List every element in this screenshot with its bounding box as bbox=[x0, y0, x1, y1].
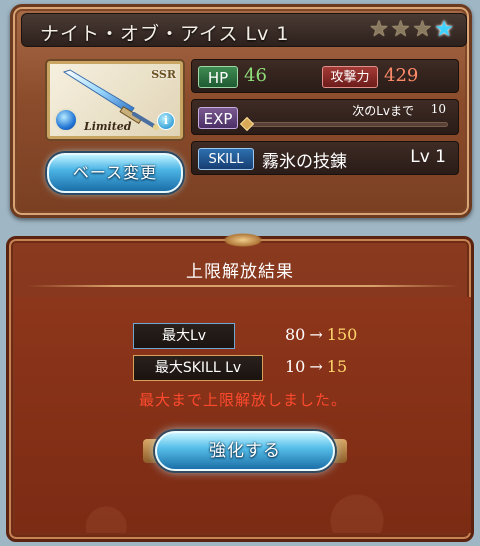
panel-title: 上限解放結果 bbox=[186, 262, 294, 282]
max-skill-new: 15 bbox=[326, 357, 348, 376]
background-pattern bbox=[15, 473, 471, 533]
hp-atk-row: HP 46 攻撃力 429 bbox=[191, 59, 459, 93]
exp-progress-bar bbox=[246, 122, 448, 127]
skill-level: Lv 1 bbox=[410, 147, 446, 167]
exp-next-value: 10 bbox=[430, 102, 446, 116]
limited-label: Limited bbox=[84, 120, 132, 133]
max-lv-change: 80 → 150 bbox=[285, 325, 357, 344]
panel-ornament bbox=[223, 233, 263, 247]
atk-value: 429 bbox=[384, 65, 419, 86]
enhance-button[interactable]: 強化する bbox=[155, 431, 335, 471]
hp-value: 46 bbox=[244, 65, 267, 86]
skill-name: 霧氷の技錬 bbox=[262, 152, 347, 172]
info-icon[interactable]: i bbox=[157, 112, 175, 130]
arrow-icon: → bbox=[309, 325, 323, 344]
max-skill-lv-label: 最大SKILL Lv bbox=[133, 355, 263, 381]
max-lv-new: 150 bbox=[326, 325, 358, 344]
star-empty-icon: ★ bbox=[412, 17, 433, 42]
weapon-title: ナイト・オブ・アイス Lv 1 bbox=[40, 23, 290, 45]
max-skill-old: 10 bbox=[285, 357, 306, 376]
max-skill-lv-change: 10 → 15 bbox=[285, 357, 347, 376]
star-filled-icon: ★ bbox=[434, 17, 454, 42]
max-lv-label: 最大Lv bbox=[133, 323, 235, 349]
rarity-stars: ★ ★ ★ ★ bbox=[369, 18, 454, 42]
exp-row: EXP 次のLvまで 10 bbox=[191, 99, 459, 135]
atk-label: 攻撃力 bbox=[322, 66, 378, 88]
change-base-button[interactable]: ベース変更 bbox=[47, 153, 183, 193]
water-element-icon bbox=[54, 108, 78, 132]
arrow-icon: → bbox=[309, 357, 323, 376]
weapon-portrait[interactable]: SSR Limited i bbox=[47, 61, 183, 139]
star-empty-icon: ★ bbox=[390, 17, 411, 42]
skill-label: SKILL bbox=[198, 148, 254, 170]
star-empty-icon: ★ bbox=[369, 17, 389, 42]
hp-label: HP bbox=[198, 66, 238, 88]
max-lv-old: 80 bbox=[285, 325, 306, 344]
exp-label: EXP bbox=[198, 107, 238, 129]
ssr-badge: SSR bbox=[151, 68, 176, 81]
exp-progress-knob bbox=[239, 116, 255, 132]
weapon-card: ナイト・オブ・アイス Lv 1 ★ ★ ★ ★ SSR Limited i ベー… bbox=[10, 4, 472, 218]
result-content: 最大Lv 80 → 150 最大SKILL Lv 10 → 15 最大まで上限解放しまし… bbox=[15, 297, 471, 533]
weapon-title-bar: ナイト・オブ・アイス Lv 1 ★ ★ ★ ★ bbox=[21, 13, 467, 47]
max-limit-message: 最大まで上限解放しました。 bbox=[138, 391, 347, 409]
limit-break-result-panel: 上限解放結果 最大Lv 80 → 150 最大SKILL Lv 10 → 15 最大まで… bbox=[6, 233, 474, 542]
title-divider bbox=[27, 285, 459, 287]
skill-row[interactable]: SKILL 霧氷の技錬 Lv 1 bbox=[191, 141, 459, 175]
exp-next-label: 次のLvまで bbox=[352, 104, 414, 118]
